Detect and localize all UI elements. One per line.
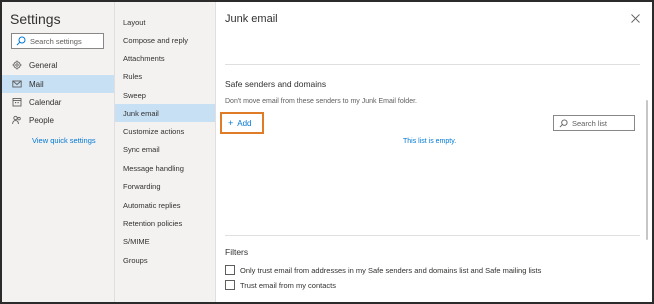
search-settings-input[interactable]: Search settings bbox=[11, 33, 104, 49]
checkbox[interactable] bbox=[225, 280, 235, 290]
sidebar-item-label: Mail bbox=[29, 79, 44, 89]
search-settings-placeholder: Search settings bbox=[30, 36, 82, 46]
sidebar-item-calendar[interactable]: Calendar bbox=[2, 93, 114, 111]
sidebar-item-mail[interactable]: Mail bbox=[2, 75, 114, 93]
menu-item-customize-actions[interactable]: Customize actions bbox=[115, 122, 215, 140]
menu-item-compose-and-reply[interactable]: Compose and reply bbox=[115, 31, 215, 49]
add-safe-sender-button[interactable]: + Add bbox=[220, 112, 264, 134]
close-icon[interactable] bbox=[631, 14, 640, 23]
settings-title: Settings bbox=[10, 11, 61, 27]
filter-option-label: Trust email from my contacts bbox=[240, 280, 336, 290]
filters-heading: Filters bbox=[225, 247, 249, 257]
menu-item-attachments[interactable]: Attachments bbox=[115, 49, 215, 67]
sidebar-item-label: People bbox=[29, 115, 54, 125]
sidebar-item-label: Calendar bbox=[29, 97, 62, 107]
filter-option-trust-contacts[interactable]: Trust email from my contacts bbox=[225, 280, 336, 290]
settings-window: Settings Search settings General Mail Ca… bbox=[0, 0, 654, 304]
calendar-icon bbox=[12, 97, 22, 107]
menu-item-rules[interactable]: Rules bbox=[115, 67, 215, 85]
view-quick-settings-link[interactable]: View quick settings bbox=[32, 136, 96, 145]
menu-item-junk-email[interactable]: Junk email bbox=[115, 104, 215, 122]
search-icon bbox=[16, 36, 26, 46]
menu-item-layout[interactable]: Layout bbox=[115, 13, 215, 31]
menu-item-groups[interactable]: Groups bbox=[115, 251, 215, 269]
search-list-input[interactable]: Search list bbox=[553, 115, 635, 131]
sidebar-item-people[interactable]: People bbox=[2, 111, 114, 129]
menu-item-sweep[interactable]: Sweep bbox=[115, 86, 215, 104]
junk-email-panel: Junk email Safe senders and domains Don'… bbox=[216, 2, 652, 302]
menu-item-smime[interactable]: S/MIME bbox=[115, 232, 215, 250]
section-divider bbox=[225, 235, 640, 236]
gear-icon bbox=[12, 60, 22, 70]
page-title: Junk email bbox=[225, 13, 278, 25]
filter-option-safe-lists-only[interactable]: Only trust email from addresses in my Sa… bbox=[225, 265, 541, 275]
checkbox[interactable] bbox=[225, 265, 235, 275]
search-icon bbox=[559, 118, 568, 127]
section-divider bbox=[225, 64, 640, 65]
sidebar-item-general[interactable]: General bbox=[2, 56, 114, 74]
safe-senders-description: Don't move email from these senders to m… bbox=[225, 98, 417, 105]
add-label: Add bbox=[237, 118, 252, 128]
sidebar-item-label: General bbox=[29, 60, 58, 70]
scrollbar[interactable] bbox=[646, 100, 648, 240]
mail-icon bbox=[12, 79, 22, 89]
menu-item-message-handling[interactable]: Message handling bbox=[115, 159, 215, 177]
search-list-placeholder: Search list bbox=[572, 118, 608, 128]
mail-settings-list: Layout Compose and reply Attachments Rul… bbox=[115, 2, 216, 302]
plus-icon: + bbox=[228, 118, 234, 128]
menu-item-automatic-replies[interactable]: Automatic replies bbox=[115, 196, 215, 214]
settings-nav-pane: Settings Search settings General Mail Ca… bbox=[2, 2, 115, 302]
safe-senders-heading: Safe senders and domains bbox=[225, 79, 327, 89]
menu-item-sync-email[interactable]: Sync email bbox=[115, 140, 215, 158]
empty-list-message: This list is empty. bbox=[403, 138, 457, 145]
menu-item-retention-policies[interactable]: Retention policies bbox=[115, 214, 215, 232]
people-icon bbox=[12, 115, 22, 125]
filter-option-label: Only trust email from addresses in my Sa… bbox=[240, 265, 542, 275]
menu-item-forwarding[interactable]: Forwarding bbox=[115, 177, 215, 195]
